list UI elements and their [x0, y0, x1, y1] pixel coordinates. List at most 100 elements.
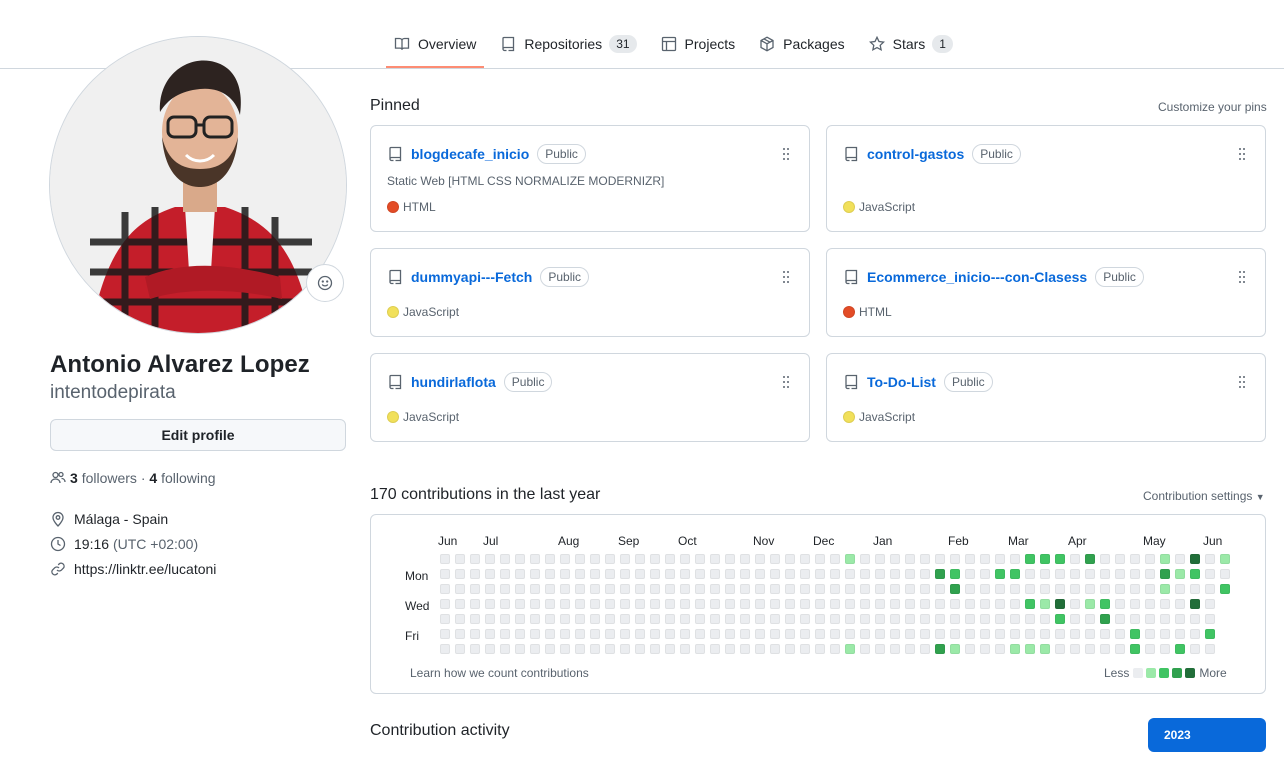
contribution-day-cell[interactable]: [875, 629, 885, 639]
contribution-day-cell[interactable]: [590, 614, 600, 624]
contribution-day-cell[interactable]: [530, 629, 540, 639]
contribution-day-cell[interactable]: [665, 629, 675, 639]
contribution-day-cell[interactable]: [860, 644, 870, 654]
contribution-day-cell[interactable]: [830, 614, 840, 624]
contribution-day-cell[interactable]: [890, 644, 900, 654]
contribution-day-cell[interactable]: [1070, 554, 1080, 564]
contribution-day-cell[interactable]: [905, 644, 915, 654]
contribution-day-cell[interactable]: [1115, 584, 1125, 594]
contribution-day-cell[interactable]: [605, 569, 615, 579]
contribution-day-cell[interactable]: [815, 614, 825, 624]
contribution-day-cell[interactable]: [845, 569, 855, 579]
contribution-day-cell[interactable]: [620, 599, 630, 609]
contribution-day-cell[interactable]: [1205, 569, 1215, 579]
contribution-day-cell[interactable]: [470, 614, 480, 624]
contribution-day-cell[interactable]: [710, 644, 720, 654]
contribution-day-cell[interactable]: [485, 614, 495, 624]
tab-stars[interactable]: Stars 1: [861, 22, 961, 66]
contribution-day-cell[interactable]: [965, 614, 975, 624]
contribution-day-cell[interactable]: [440, 629, 450, 639]
contribution-day-cell[interactable]: [1025, 629, 1035, 639]
contribution-day-cell[interactable]: [935, 629, 945, 639]
repo-name-link[interactable]: blogdecafe_inicio: [411, 146, 529, 162]
contribution-day-cell[interactable]: [740, 584, 750, 594]
contribution-day-cell[interactable]: [995, 599, 1005, 609]
contribution-day-cell[interactable]: [560, 569, 570, 579]
contribution-day-cell[interactable]: [995, 569, 1005, 579]
contribution-day-cell[interactable]: [545, 629, 555, 639]
contribution-day-cell[interactable]: [1070, 644, 1080, 654]
contribution-day-cell[interactable]: [815, 584, 825, 594]
contribution-day-cell[interactable]: [500, 599, 510, 609]
contribution-day-cell[interactable]: [740, 629, 750, 639]
contribution-day-cell[interactable]: [680, 614, 690, 624]
contribution-day-cell[interactable]: [1175, 554, 1185, 564]
contribution-day-cell[interactable]: [1025, 584, 1035, 594]
contribution-day-cell[interactable]: [1190, 599, 1200, 609]
contribution-day-cell[interactable]: [620, 644, 630, 654]
contribution-day-cell[interactable]: [575, 644, 585, 654]
contribution-day-cell[interactable]: [515, 629, 525, 639]
contribution-day-cell[interactable]: [620, 614, 630, 624]
contribution-day-cell[interactable]: [545, 569, 555, 579]
contribution-day-cell[interactable]: [665, 584, 675, 594]
contribution-day-cell[interactable]: [1115, 644, 1125, 654]
contribution-day-cell[interactable]: [560, 554, 570, 564]
contribution-day-cell[interactable]: [1175, 614, 1185, 624]
contribution-day-cell[interactable]: [440, 584, 450, 594]
tab-overview[interactable]: Overview: [386, 22, 485, 68]
contribution-day-cell[interactable]: [530, 599, 540, 609]
following-link[interactable]: 4 following: [149, 470, 215, 486]
contribution-day-cell[interactable]: [695, 569, 705, 579]
contribution-day-cell[interactable]: [1130, 599, 1140, 609]
contribution-day-cell[interactable]: [530, 584, 540, 594]
contribution-day-cell[interactable]: [1145, 599, 1155, 609]
contribution-day-cell[interactable]: [980, 569, 990, 579]
contribution-day-cell[interactable]: [455, 614, 465, 624]
contribution-day-cell[interactable]: [530, 554, 540, 564]
contribution-day-cell[interactable]: [1145, 629, 1155, 639]
contribution-day-cell[interactable]: [935, 554, 945, 564]
contribution-day-cell[interactable]: [650, 614, 660, 624]
contribution-day-cell[interactable]: [650, 629, 660, 639]
contribution-day-cell[interactable]: [575, 599, 585, 609]
contribution-day-cell[interactable]: [770, 554, 780, 564]
contribution-day-cell[interactable]: [710, 569, 720, 579]
set-status-button[interactable]: [306, 264, 344, 302]
contribution-day-cell[interactable]: [470, 584, 480, 594]
contribution-day-cell[interactable]: [485, 569, 495, 579]
contribution-day-cell[interactable]: [1115, 614, 1125, 624]
contribution-day-cell[interactable]: [875, 554, 885, 564]
contribution-day-cell[interactable]: [770, 569, 780, 579]
contribution-day-cell[interactable]: [1160, 629, 1170, 639]
contribution-day-cell[interactable]: [635, 614, 645, 624]
contribution-day-cell[interactable]: [980, 584, 990, 594]
contribution-day-cell[interactable]: [1100, 629, 1110, 639]
contribution-day-cell[interactable]: [1190, 554, 1200, 564]
contribution-day-cell[interactable]: [1130, 629, 1140, 639]
repo-name-link[interactable]: hundirlaflota: [411, 374, 496, 390]
contribution-day-cell[interactable]: [680, 569, 690, 579]
contribution-day-cell[interactable]: [905, 584, 915, 594]
contribution-day-cell[interactable]: [515, 569, 525, 579]
contribution-day-cell[interactable]: [1100, 599, 1110, 609]
contribution-day-cell[interactable]: [950, 614, 960, 624]
contribution-day-cell[interactable]: [905, 614, 915, 624]
contribution-day-cell[interactable]: [1025, 569, 1035, 579]
contribution-day-cell[interactable]: [980, 554, 990, 564]
contribution-day-cell[interactable]: [725, 584, 735, 594]
contribution-day-cell[interactable]: [995, 629, 1005, 639]
contribution-day-cell[interactable]: [890, 614, 900, 624]
contribution-day-cell[interactable]: [635, 599, 645, 609]
contribution-day-cell[interactable]: [1040, 599, 1050, 609]
contribution-day-cell[interactable]: [575, 584, 585, 594]
contribution-day-cell[interactable]: [725, 644, 735, 654]
contribution-day-cell[interactable]: [830, 554, 840, 564]
contribution-day-cell[interactable]: [770, 644, 780, 654]
contribution-day-cell[interactable]: [575, 569, 585, 579]
contribution-day-cell[interactable]: [515, 644, 525, 654]
contribution-day-cell[interactable]: [755, 614, 765, 624]
contribution-day-cell[interactable]: [455, 629, 465, 639]
contribution-day-cell[interactable]: [995, 614, 1005, 624]
contribution-day-cell[interactable]: [1175, 569, 1185, 579]
